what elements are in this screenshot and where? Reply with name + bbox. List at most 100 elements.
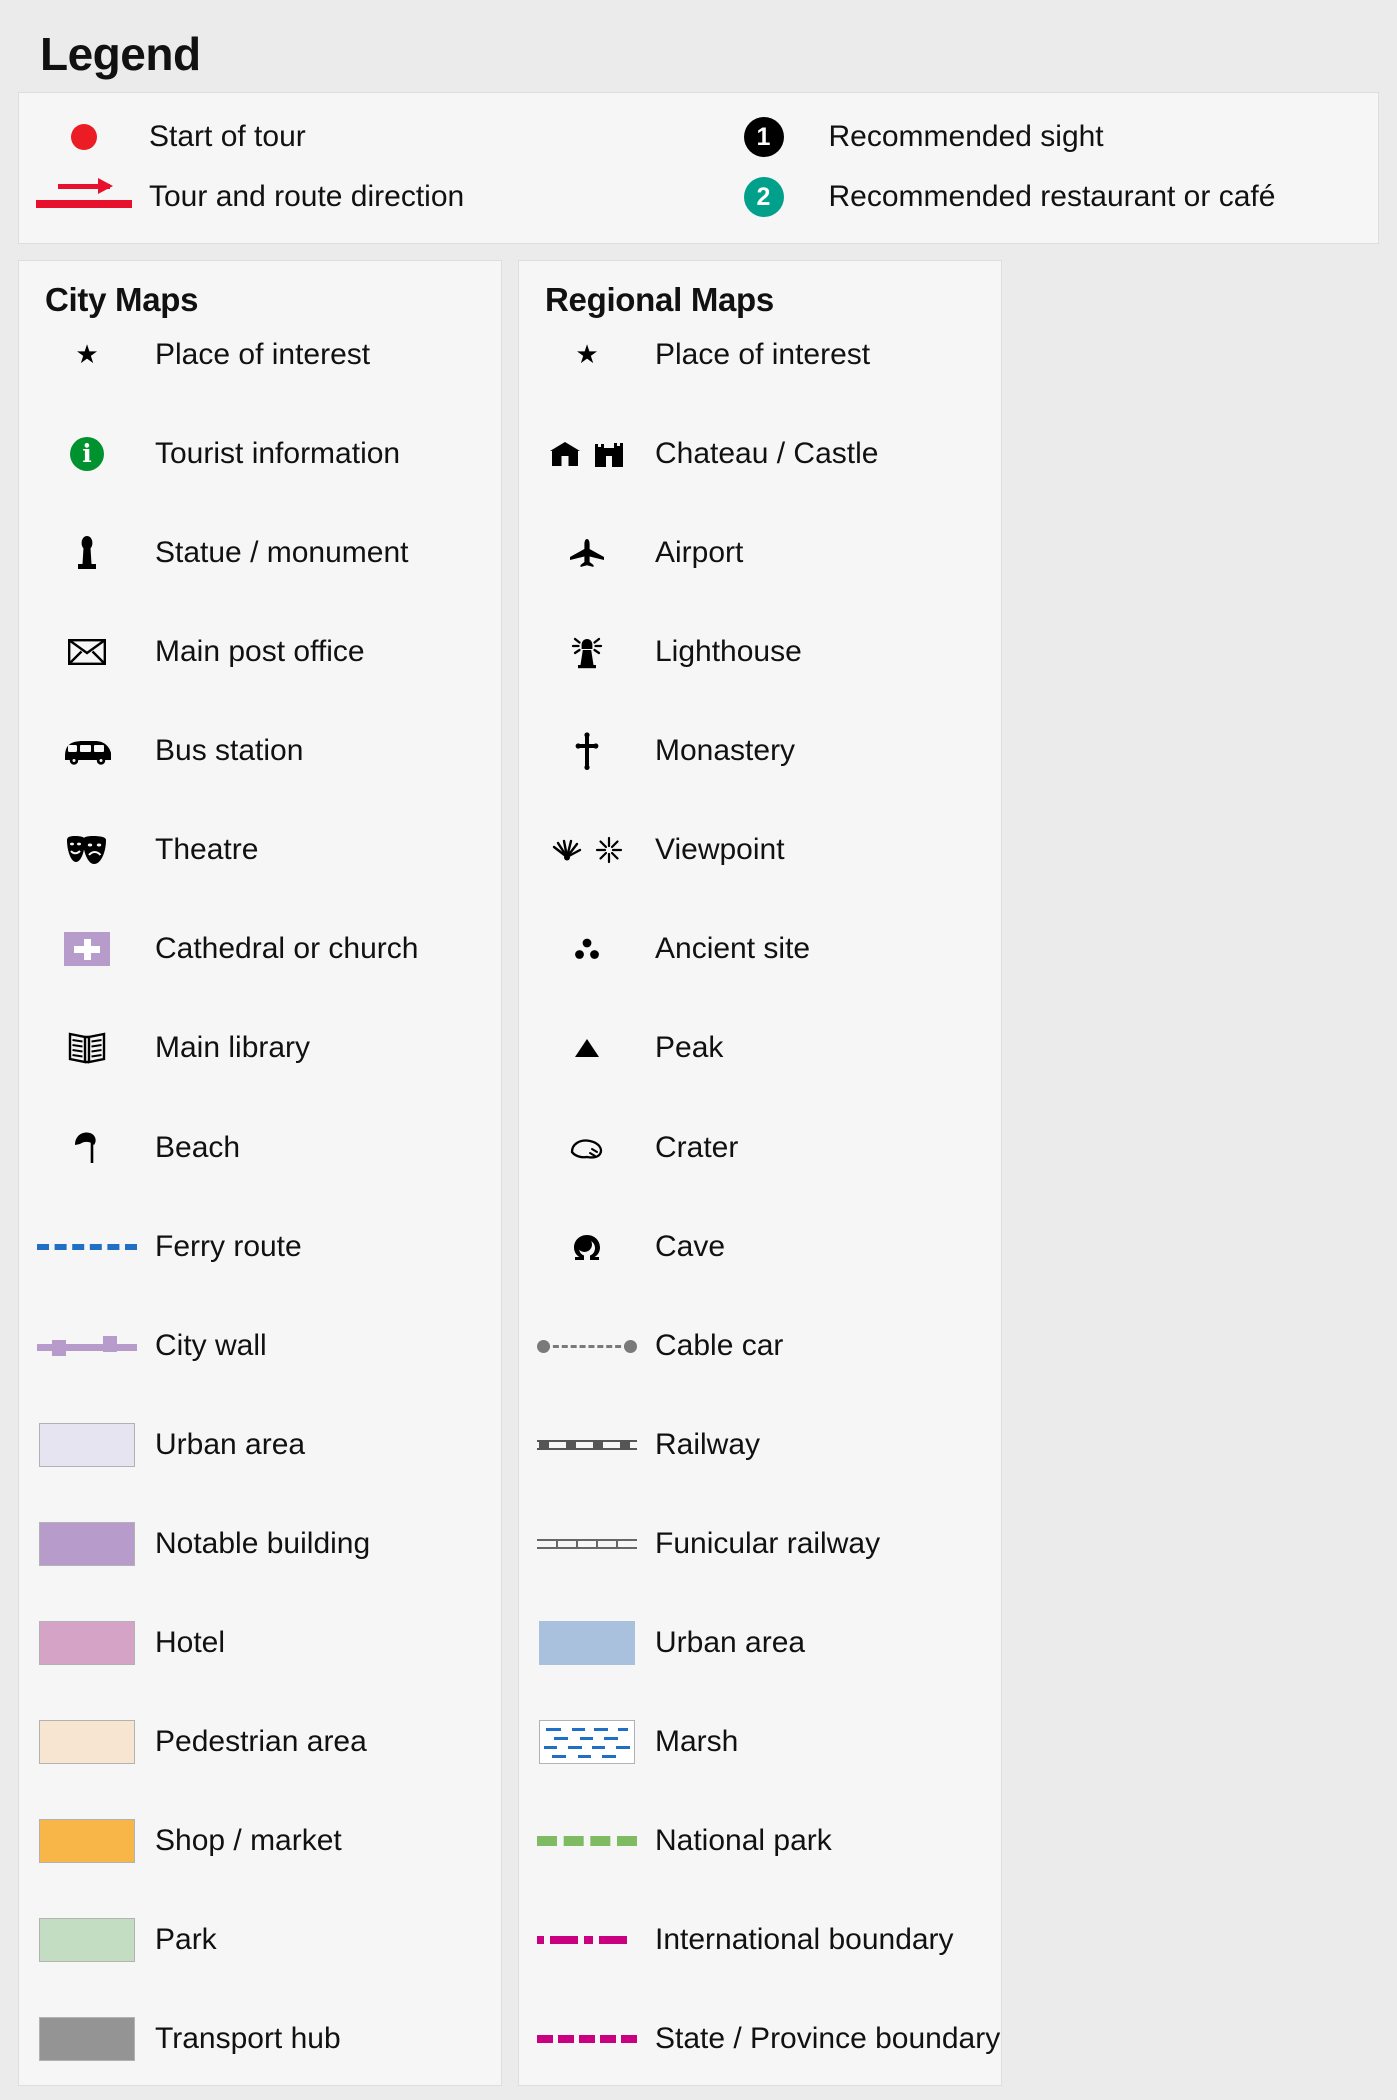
pedestrian-area-swatch <box>19 1720 155 1765</box>
legend-item-cave: Cave <box>519 1215 1001 1278</box>
city-maps-title: City Maps <box>45 281 199 319</box>
transport-hub-swatch <box>19 2017 155 2062</box>
legend-item-chateau-castle: Chateau / Castle <box>519 422 1001 485</box>
legend-item-lighthouse: Lighthouse <box>519 621 1001 684</box>
legend-item-label: Urban area <box>155 1427 306 1461</box>
legend-item-label: International boundary <box>655 1923 954 1957</box>
legend-item-city-wall: City wall <box>19 1314 501 1377</box>
international-boundary-line-icon <box>519 1936 655 1945</box>
legend-item-label: Funicular railway <box>655 1526 881 1560</box>
legend-item-monastery: Monastery <box>519 720 1001 783</box>
shop-market-swatch <box>19 1819 155 1864</box>
legend-item-label: Park <box>155 1923 217 1957</box>
legend-item-label: State / Province boundary <box>655 2022 1001 2056</box>
legend-item-tour-route-direction: Tour and route direction <box>19 167 699 227</box>
open-book-icon <box>19 1031 155 1065</box>
tourist-information-icon: i <box>19 436 155 471</box>
legend-item-label: Cable car <box>655 1328 784 1362</box>
railway-line-icon <box>519 1439 655 1451</box>
legend-item-recommended-restaurant: 2 Recommended restaurant or café <box>699 167 1379 227</box>
numbered-badge-black-icon: 1 <box>699 117 829 158</box>
legend-item-bus-station: Bus station <box>19 720 501 783</box>
legend-item-label: Cathedral or church <box>155 932 419 966</box>
tour-legend-panel: Start of tour Tour and route direction 1… <box>18 92 1379 245</box>
legend-item-ferry-route: Ferry route <box>19 1215 501 1278</box>
legend-item-label: Viewpoint <box>655 833 785 867</box>
legend-item-label: Tour and route direction <box>149 180 465 213</box>
legend-item-crater: Crater <box>519 1116 1001 1179</box>
legend-item-funicular-railway: Funicular railway <box>519 1512 1001 1575</box>
legend-item-label: Notable building <box>155 1526 371 1560</box>
cable-car-line-icon <box>519 1339 655 1353</box>
legend-item-cable-car: Cable car <box>519 1314 1001 1377</box>
legend-item-label: Recommended restaurant or café <box>828 180 1276 213</box>
peak-triangle-icon <box>519 1037 655 1059</box>
legend-item-shop-market: Shop / market <box>19 1810 501 1873</box>
legend-item-recommended-sight: 1 Recommended sight <box>699 107 1379 167</box>
legend-item-transport-hub: Transport hub <box>19 2008 501 2071</box>
legend-item-label: Start of tour <box>149 120 306 153</box>
legend-item-label: Airport <box>655 535 744 569</box>
legend-item-place-of-interest: ★ Place of interest <box>519 323 1001 386</box>
chateau-castle-icon <box>519 439 655 469</box>
legend-item-label: National park <box>655 1824 832 1858</box>
notable-building-swatch <box>19 1521 155 1566</box>
park-swatch <box>19 1918 155 1963</box>
lighthouse-icon <box>519 635 655 669</box>
theatre-masks-icon <box>19 834 155 866</box>
legend-item-main-post-office: Main post office <box>19 621 501 684</box>
star-icon: ★ <box>75 339 99 370</box>
legend-item-label: Ferry route <box>155 1229 302 1263</box>
city-wall-line-icon <box>19 1335 155 1357</box>
legend-item-international-boundary: International boundary <box>519 1909 1001 1972</box>
legend-item-urban-area: Urban area <box>19 1413 501 1476</box>
legend-item-label: Ancient site <box>655 932 811 966</box>
star-icon: ★ <box>575 339 599 370</box>
legend-item-pedestrian-area: Pedestrian area <box>19 1711 501 1774</box>
legend-item-place-of-interest: ★ Place of interest <box>19 323 501 386</box>
legend-item-label: Peak <box>655 1031 724 1065</box>
national-park-line-icon <box>519 1836 655 1847</box>
legend-item-label: Recommended sight <box>828 120 1104 153</box>
legend-item-hotel: Hotel <box>19 1612 501 1675</box>
monastery-cross-icon <box>519 732 655 771</box>
cathedral-church-icon <box>19 932 155 967</box>
legend-item-label: Chateau / Castle <box>655 436 879 470</box>
legend-item-tourist-information: i Tourist information <box>19 422 501 485</box>
legend-item-label: Cave <box>655 1229 726 1263</box>
legend-item-urban-area: Urban area <box>519 1612 1001 1675</box>
legend-item-national-park: National park <box>519 1810 1001 1873</box>
route-arrow-icon <box>19 178 149 214</box>
legend-item-railway: Railway <box>519 1413 1001 1476</box>
legend-item-label: City wall <box>155 1328 267 1362</box>
legend-item-peak: Peak <box>519 1017 1001 1080</box>
viewpoint-icon <box>519 836 655 864</box>
legend-item-marsh: Marsh <box>519 1711 1001 1774</box>
legend-item-theatre: Theatre <box>19 819 501 882</box>
legend-item-label: Bus station <box>155 734 304 768</box>
legend-item-state-province-boundary: State / Province boundary <box>519 2008 1001 2071</box>
regional-maps-title: Regional Maps <box>545 281 774 319</box>
legend-item-label: Shop / market <box>155 1824 342 1858</box>
legend-item-airport: Airport <box>519 521 1001 584</box>
regional-maps-panel: Regional Maps ★ Place of interest Chatea… <box>518 260 1002 2086</box>
legend-item-label: Urban area <box>655 1626 806 1660</box>
legend-item-label: Railway <box>655 1427 761 1461</box>
legend-item-label: Main library <box>155 1031 311 1065</box>
legend-item-label: Transport hub <box>155 2022 341 2056</box>
legend-item-beach: Beach <box>19 1116 501 1179</box>
state-province-boundary-line-icon <box>519 2035 655 2044</box>
legend-item-label: Monastery <box>655 734 796 768</box>
badge-number: 1 <box>743 117 784 158</box>
legend-item-viewpoint: Viewpoint <box>519 819 1001 882</box>
legend-item-label: Place of interest <box>155 337 371 371</box>
urban-area-swatch <box>19 1422 155 1467</box>
tour-legend-right-column: 1 Recommended sight 2 Recommended restau… <box>699 107 1379 227</box>
legend-item-label: Lighthouse <box>655 635 802 669</box>
crater-icon <box>519 1136 655 1160</box>
urban-area-swatch <box>519 1621 655 1666</box>
legend-item-notable-building: Notable building <box>19 1512 501 1575</box>
ancient-site-icon <box>519 937 655 961</box>
legend-item-label: Tourist information <box>155 436 401 470</box>
legend-item-label: Pedestrian area <box>155 1725 367 1759</box>
